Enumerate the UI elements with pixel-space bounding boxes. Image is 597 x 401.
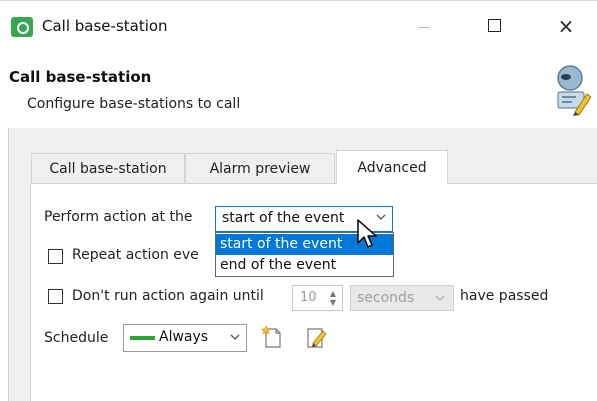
camera-app-icon bbox=[11, 17, 33, 37]
new-schedule-icon[interactable] bbox=[261, 325, 283, 349]
schedule-select[interactable]: Always bbox=[123, 324, 247, 352]
tab-call-base-station[interactable]: Call base-station bbox=[31, 153, 185, 183]
perform-action-label: Perform action at the bbox=[44, 209, 193, 225]
dont-run-checkbox[interactable] bbox=[48, 289, 63, 304]
dont-run-number-value: 10 bbox=[300, 290, 317, 305]
close-button[interactable]: × bbox=[546, 12, 586, 40]
option-end-of-event[interactable]: end of the event bbox=[216, 255, 393, 276]
repeat-action-label: Repeat action eve bbox=[72, 247, 199, 263]
schedule-label: Schedule bbox=[44, 330, 109, 346]
chevron-down-icon bbox=[435, 295, 445, 301]
base-station-edit-icon bbox=[557, 65, 591, 116]
tab-alarm-preview[interactable]: Alarm preview bbox=[185, 153, 335, 183]
dont-run-label: Don't run action again until bbox=[72, 288, 264, 304]
minimize-button[interactable] bbox=[404, 12, 444, 40]
stepper-arrows-icon[interactable]: ▲ ▼ bbox=[329, 289, 337, 307]
repeat-action-checkbox[interactable] bbox=[48, 249, 63, 264]
chevron-down-icon bbox=[230, 334, 240, 340]
window-title: Call base-station bbox=[42, 17, 168, 35]
window-titlebar: Call base-station × bbox=[0, 0, 597, 45]
maximize-button[interactable] bbox=[474, 12, 514, 40]
edit-schedule-icon[interactable] bbox=[306, 325, 328, 349]
perform-action-value: start of the event bbox=[222, 210, 345, 226]
dialog-header bbox=[0, 44, 597, 128]
mouse-pointer-icon bbox=[357, 219, 377, 248]
dont-run-number-stepper[interactable]: 10 ▲ ▼ bbox=[292, 285, 343, 311]
schedule-value: Always bbox=[159, 329, 209, 345]
schedule-color-swatch bbox=[130, 336, 155, 340]
dont-run-units-value: seconds bbox=[357, 290, 415, 306]
dialog-title: Call base-station bbox=[9, 68, 152, 86]
tab-advanced[interactable]: Advanced bbox=[336, 150, 448, 184]
have-passed-label: have passed bbox=[460, 288, 549, 304]
dont-run-units-select[interactable]: seconds bbox=[350, 285, 454, 311]
dialog-subtitle: Configure base-stations to call bbox=[27, 96, 241, 112]
